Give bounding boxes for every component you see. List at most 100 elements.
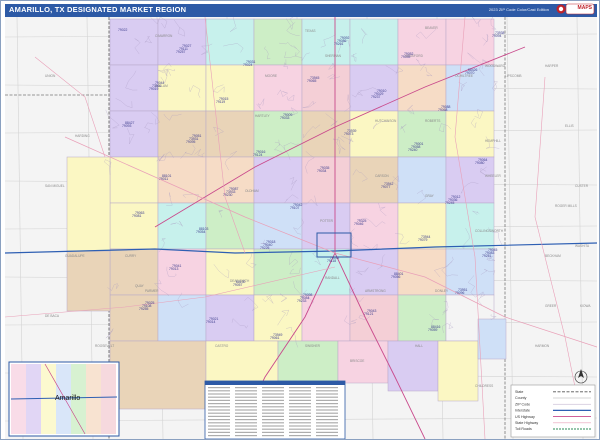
legend-item-label: ZIP Code: [515, 402, 530, 406]
county-label: HEMPHILL: [485, 139, 501, 143]
title-bar: AMARILLO, TX DESIGNATED MARKET REGION 20…: [5, 4, 597, 17]
zip-area: [301, 64, 351, 112]
zip-area: [301, 156, 351, 204]
zip-label: 79081: [132, 214, 142, 218]
zip-area: [205, 202, 255, 250]
county-label: UNION: [45, 74, 56, 78]
zip-code-index-table: [204, 380, 346, 439]
county-label: HARTLEY: [255, 114, 271, 118]
zip-label: 79022: [118, 28, 128, 32]
county-label: WHEELER: [485, 174, 501, 178]
county-label: ROBERTS: [425, 119, 440, 123]
zip-area: [397, 202, 447, 250]
zip-label: 79046: [354, 222, 364, 226]
zip-label: 79251: [482, 254, 492, 258]
county-label: DONLEY: [435, 289, 449, 293]
zip-label: 79070: [465, 71, 475, 75]
zip-label: 79011: [159, 177, 168, 181]
county-label: LIPSCOMB: [505, 74, 521, 78]
county-label: HARPER: [545, 64, 559, 68]
county-label: GUADALUPE: [65, 254, 85, 258]
county-label: CARSON: [375, 174, 389, 178]
zip-label: 79093: [122, 124, 132, 128]
zip-area: [253, 18, 303, 66]
zip-label: 79118: [327, 259, 336, 263]
county-label: ROOSEVELT: [95, 344, 114, 348]
map-title: AMARILLO, TX DESIGNATED MARKET REGION: [9, 5, 187, 14]
zip-label: 79068: [438, 108, 448, 112]
zip-area: [301, 202, 351, 250]
logo-text: MAPS: [577, 5, 592, 11]
county-label: CIMARRON: [155, 34, 173, 38]
zip-area: [349, 110, 399, 158]
county-label: SWISHER: [305, 344, 321, 348]
county-label: PARMER: [145, 289, 159, 293]
zip-label: 79255: [139, 307, 149, 311]
zip-area: [349, 156, 399, 204]
zip-label: 79079: [418, 238, 428, 242]
county-label: BECKHAM: [545, 254, 561, 258]
county-label: HUTCHINSON: [375, 119, 397, 123]
zip-area: [157, 202, 207, 250]
legend-item-label: Interstate: [515, 409, 530, 413]
county-label: ROGER MILLS: [555, 204, 577, 208]
zip-area: [205, 64, 255, 112]
zip-label: 79061: [270, 336, 280, 340]
county-label: KIOWA: [580, 304, 591, 308]
county-label: TEXAS: [305, 29, 315, 33]
zip-area: [445, 110, 495, 158]
county-label: GRAY: [425, 194, 435, 198]
zip-area: [397, 156, 447, 204]
county-label: QUAY: [135, 284, 145, 288]
county-label: COLLINGSWORTH: [475, 229, 504, 233]
legend-item-label: State: [515, 390, 523, 394]
zip-area: [253, 64, 303, 112]
zip-label: 79124: [253, 153, 263, 157]
county-label: RANDALL: [325, 276, 340, 280]
zip-area: [66, 250, 111, 312]
inset-city-label: Amarillo: [55, 395, 80, 402]
county-label: BRISCOE: [350, 359, 364, 363]
zip-label: 79257: [176, 50, 186, 54]
county-label: SHERMAN: [325, 54, 342, 58]
county-label: SAN MIGUEL: [45, 184, 65, 188]
legend-item-label: State Highway: [515, 421, 538, 425]
legend-item-label: Toll Roads: [515, 427, 532, 431]
county-label: DE BACA: [45, 314, 60, 318]
zip-label: 79034: [317, 169, 327, 173]
zip-label: 79226: [260, 246, 270, 250]
county-label: MOORE: [265, 74, 277, 78]
zip-label: 79230: [223, 193, 233, 197]
zip-label: 79056: [391, 275, 401, 279]
zip-label: 79059: [428, 328, 438, 332]
zip-label: 79121: [364, 312, 374, 316]
zip-label: 79095: [186, 140, 196, 144]
zip-area: [397, 110, 447, 158]
county-label: POTTER: [320, 219, 334, 223]
legend-item-label: County: [515, 396, 527, 400]
county-label: HALL: [415, 344, 423, 348]
amarillo-inset-map[interactable]: Amarillo: [8, 361, 120, 437]
zip-area: [109, 110, 159, 158]
zip-area: [205, 18, 255, 66]
zip-label: 79245: [445, 201, 455, 205]
county-label: WOODWARD: [485, 64, 506, 68]
zip-area: [157, 18, 207, 66]
county-label: CURRY: [125, 254, 137, 258]
zip-label: 79039: [401, 55, 411, 59]
map-frame: AMARILLO, TX DESIGNATED MARKET REGION 20…: [0, 0, 600, 440]
map-canvas[interactable]: DALLAMHARTLEYOLDHAMPOTTERRANDALLDEAF SMI…: [5, 17, 597, 439]
zip-label: 79107: [290, 206, 300, 210]
zip-label: 79261: [334, 42, 344, 46]
zip-label: 79013: [169, 267, 179, 271]
zip-area: [109, 202, 159, 250]
zip-label: 79237: [371, 95, 381, 99]
zip-area: [477, 318, 507, 360]
zip-area: [387, 340, 439, 392]
county-label: CUSTER: [575, 184, 589, 188]
county-label: GREER: [545, 304, 557, 308]
county-label: WASHITA: [575, 244, 590, 248]
zip-label: 79233: [297, 299, 307, 303]
zip-area: [349, 18, 399, 66]
county-label: BEAVER: [425, 26, 438, 30]
